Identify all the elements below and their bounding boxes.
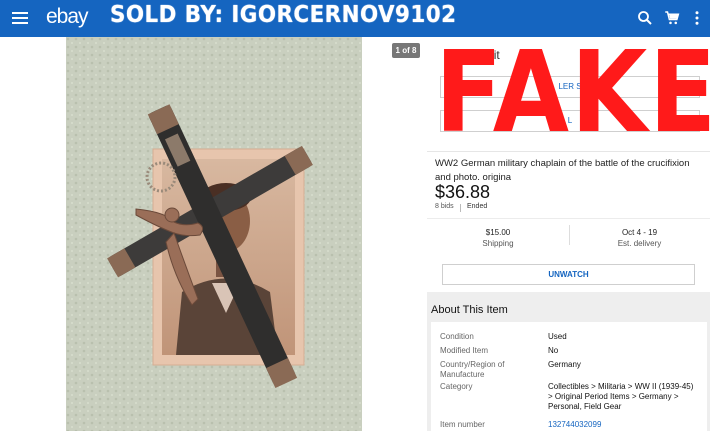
top-app-bar: ebay SOLD BY: IGORCERNOV9102 xyxy=(0,0,710,37)
item-title: WW2 German military chaplain of the batt… xyxy=(435,158,690,183)
about-heading: About This Item xyxy=(431,304,508,316)
shipping-label: Shipping xyxy=(482,239,514,248)
ebay-logo[interactable]: ebay xyxy=(46,5,89,29)
spec-label-item-number: Item number xyxy=(440,420,485,429)
spec-value-item-number[interactable]: 132744032099 xyxy=(548,420,698,430)
menu-icon[interactable] xyxy=(12,11,28,25)
shipping-price: $15.00 xyxy=(485,228,511,237)
item-specifics: Condition Used Modified Item No Country/… xyxy=(431,322,707,431)
app-root: ebay SOLD BY: IGORCERNOV9102 1 of 8 u m … xyxy=(0,0,710,431)
unwatch-button[interactable]: UNWATCH xyxy=(442,264,695,285)
spec-value-condition: Used xyxy=(548,332,567,341)
item-photo[interactable] xyxy=(66,37,362,431)
spec-label-country: Country/Region of Manufacture xyxy=(440,360,505,379)
item-price: $36.88 xyxy=(435,182,491,202)
more-vert-icon[interactable] xyxy=(688,9,706,27)
sold-by-overlay: SOLD BY: IGORCERNOV9102 xyxy=(110,2,457,28)
listing-status: Ended xyxy=(467,203,488,210)
search-icon[interactable] xyxy=(636,9,654,27)
seller-card: u m ut o it LER S L FAKE xyxy=(427,37,710,151)
spec-value-country: Germany xyxy=(548,360,581,369)
image-gallery[interactable]: 1 of 8 xyxy=(0,37,427,431)
spec-value-modified: No xyxy=(548,346,559,355)
shipping-row: $15.00 Shipping Oct 4 - 19 Est. delivery xyxy=(427,218,710,248)
image-counter: 1 of 8 xyxy=(392,43,420,58)
cart-icon[interactable] xyxy=(663,9,681,27)
item-detail-panel: u m ut o it LER S L FAKE WW2 German mili… xyxy=(427,37,710,431)
divider xyxy=(460,204,461,212)
spec-label-category: Category xyxy=(440,382,473,391)
fake-stamp: FAKE xyxy=(435,37,710,158)
spec-label-modified: Modified Item xyxy=(440,346,489,355)
spec-value-category[interactable]: Collectibles > Militaria > WW II (1939-4… xyxy=(548,382,698,412)
delivery-date: Oct 4 - 19 xyxy=(621,228,658,237)
bid-count[interactable]: 8 bids xyxy=(435,203,454,210)
spec-label-condition: Condition xyxy=(440,332,474,341)
delivery-label: Est. delivery xyxy=(617,239,662,248)
